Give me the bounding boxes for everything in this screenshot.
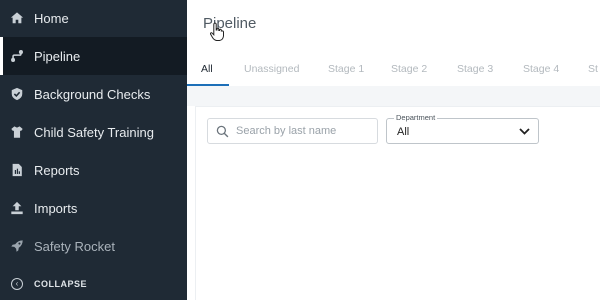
- department-value: All: [397, 126, 410, 138]
- sidebar-item-safety-rocket[interactable]: Safety Rocket: [0, 227, 187, 265]
- home-icon: [10, 11, 24, 25]
- collapse-label: COLLAPSE: [34, 279, 88, 289]
- hand-cursor-icon: [209, 22, 224, 41]
- upload-icon: [10, 201, 24, 215]
- sidebar-item-label: Imports: [34, 200, 78, 216]
- department-select[interactable]: Department All: [386, 113, 539, 144]
- search-icon: [216, 125, 229, 138]
- department-label: Department: [394, 113, 438, 122]
- search-field[interactable]: [207, 118, 378, 144]
- sidebar-item-label: Child Safety Training: [34, 124, 154, 140]
- tab-stage-1[interactable]: Stage 1: [328, 52, 364, 86]
- main-content: Pipeline All Unassigned Stage 1 Stage 2 …: [187, 0, 600, 300]
- sidebar-item-reports[interactable]: Reports: [0, 151, 187, 189]
- shirt-icon: [10, 125, 24, 139]
- tab-stage-5[interactable]: St: [588, 52, 598, 86]
- chevron-down-icon: [519, 128, 530, 135]
- content-header-shade: [187, 86, 600, 106]
- stage-tabs: All Unassigned Stage 1 Stage 2 Stage 3 S…: [187, 52, 600, 86]
- collapse-icon: ‹: [10, 277, 24, 291]
- sidebar-item-background-checks[interactable]: Background Checks: [0, 75, 187, 113]
- tab-all[interactable]: All: [201, 52, 213, 86]
- report-icon: [10, 163, 24, 177]
- sidebar-item-label: Safety Rocket: [34, 238, 115, 254]
- sidebar-item-label: Background Checks: [34, 86, 151, 102]
- search-input[interactable]: [236, 119, 374, 143]
- sidebar-item-pipeline[interactable]: Pipeline: [0, 37, 187, 75]
- tab-stage-3[interactable]: Stage 3: [457, 52, 493, 86]
- tab-stage-4[interactable]: Stage 4: [523, 52, 559, 86]
- tab-stage-2[interactable]: Stage 2: [391, 52, 427, 86]
- pipeline-icon: [10, 49, 24, 63]
- sidebar-item-child-safety-training[interactable]: Child Safety Training: [0, 113, 187, 151]
- sidebar-item-label: Reports: [34, 162, 80, 178]
- rocket-icon: [10, 239, 24, 253]
- shield-check-icon: [10, 87, 24, 101]
- tab-unassigned[interactable]: Unassigned: [244, 52, 299, 86]
- sidebar: Home Pipeline Background Checks Child Sa…: [0, 0, 187, 300]
- sidebar-collapse-button[interactable]: ‹ COLLAPSE: [0, 265, 187, 300]
- sidebar-item-imports[interactable]: Imports: [0, 189, 187, 227]
- sidebar-item-home[interactable]: Home: [0, 0, 187, 37]
- sidebar-item-label: Home: [34, 10, 69, 26]
- sidebar-item-label: Pipeline: [34, 48, 81, 64]
